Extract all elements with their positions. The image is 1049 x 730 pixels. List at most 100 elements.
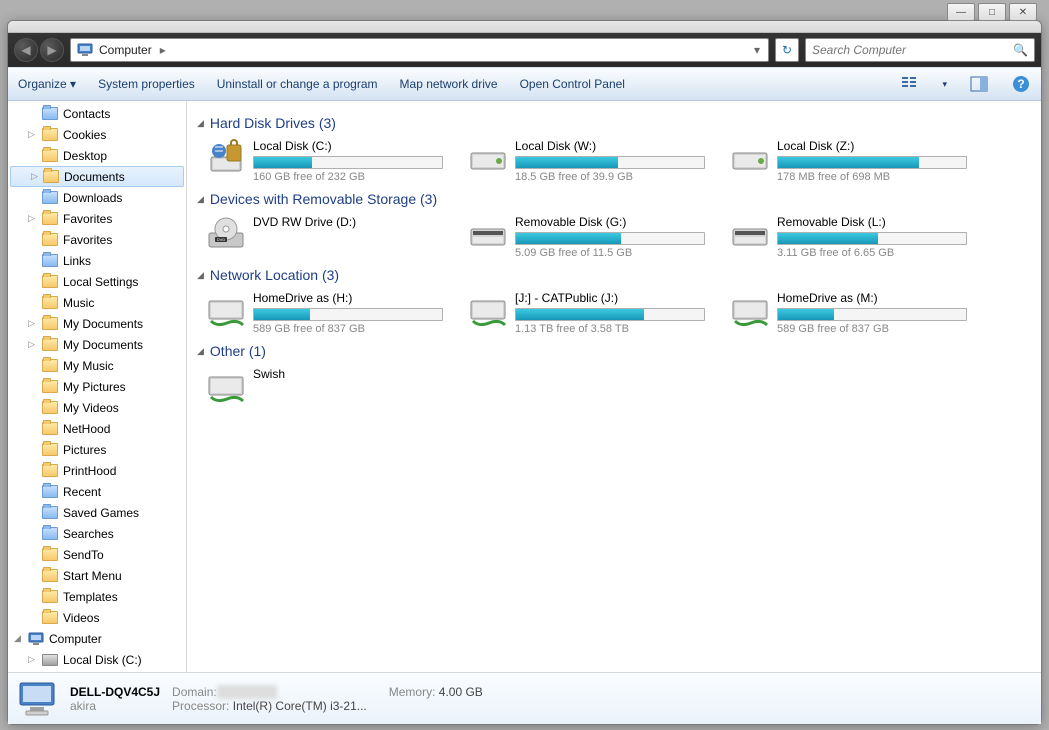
drive-item[interactable]: [J:] - CATPublic (J:)1.13 TB free of 3.5… (469, 291, 719, 335)
tree-item-links[interactable]: Links (8, 250, 186, 271)
nav-tree[interactable]: Contacts▷CookiesDesktop▷DocumentsDownloa… (8, 101, 187, 672)
tree-item-music[interactable]: Music (8, 292, 186, 313)
drive-label: Local Disk (Z:) (777, 139, 981, 153)
drive-freespace: 160 GB free of 232 GB (253, 171, 457, 183)
folder-icon (42, 212, 58, 225)
tree-item-nethood[interactable]: NetHood (8, 418, 186, 439)
tree-item-pictures[interactable]: Pictures (8, 439, 186, 460)
collapse-icon[interactable]: ◢ (197, 118, 204, 129)
control-panel-button[interactable]: Open Control Panel (520, 77, 625, 91)
minimize-button[interactable]: — (947, 3, 975, 21)
uninstall-button[interactable]: Uninstall or change a program (217, 77, 378, 91)
forward-button[interactable]: ▶ (40, 38, 64, 62)
tree-item-printhood[interactable]: PrintHood (8, 460, 186, 481)
titlebar[interactable] (8, 21, 1041, 33)
expand-arrow-icon[interactable]: ▷ (31, 171, 38, 182)
search-box[interactable]: 🔍 (805, 38, 1035, 62)
expand-arrow-icon[interactable]: ◢ (14, 633, 21, 644)
tree-item-start-menu[interactable]: Start Menu (8, 565, 186, 586)
drive-item[interactable]: HomeDrive as (M:)589 GB free of 837 GB (731, 291, 981, 335)
tree-item-my-documents[interactable]: ▷My Documents (8, 334, 186, 355)
collapse-icon[interactable]: ◢ (197, 194, 204, 205)
tree-item-label: Favorites (63, 233, 112, 247)
drive-item[interactable]: Removable Disk (L:)3.11 GB free of 6.65 … (731, 215, 981, 259)
tree-item-my-documents[interactable]: ▷My Documents (8, 313, 186, 334)
tree-item-my-music[interactable]: My Music (8, 355, 186, 376)
back-button[interactable]: ◀ (14, 38, 38, 62)
breadcrumb[interactable]: Computer (99, 43, 152, 57)
tree-item-local-disk-c[interactable]: ▷ Local Disk (C:) (8, 649, 186, 670)
close-button[interactable]: ✕ (1009, 3, 1037, 21)
search-icon[interactable]: 🔍 (1013, 43, 1028, 57)
organize-menu[interactable]: Organize ▾ (18, 77, 76, 91)
tree-item-favorites[interactable]: ▷Favorites (8, 208, 186, 229)
folder-icon (42, 380, 58, 393)
drive-label: Local Disk (C:) (253, 139, 457, 153)
address-dropdown[interactable]: ▾ (752, 43, 762, 57)
section-header[interactable]: ◢Hard Disk Drives (3) (197, 115, 1031, 131)
tree-item-templates[interactable]: Templates (8, 586, 186, 607)
tree-item-computer[interactable]: ◢ Computer (8, 628, 186, 649)
expand-arrow-icon[interactable]: ▷ (28, 654, 35, 665)
details-pane: DELL-DQV4C5J akira Domain: Processor: In… (8, 672, 1041, 724)
section-header[interactable]: ◢Network Location (3) (197, 267, 1031, 283)
view-options-button[interactable] (900, 74, 920, 94)
tree-item-documents[interactable]: ▷Documents (10, 166, 184, 187)
view-dropdown[interactable]: ▾ (942, 79, 947, 90)
tree-item-local-settings[interactable]: Local Settings (8, 271, 186, 292)
tree-item-cookies[interactable]: ▷Cookies (8, 124, 186, 145)
tree-item-downloads[interactable]: Downloads (8, 187, 186, 208)
folder-icon (42, 149, 58, 162)
expand-arrow-icon[interactable]: ▷ (28, 129, 35, 140)
expand-arrow-icon[interactable]: ▷ (28, 213, 35, 224)
tree-item-sendto[interactable]: SendTo (8, 544, 186, 565)
tree-item-label: Computer (49, 632, 102, 646)
collapse-icon[interactable]: ◢ (197, 346, 204, 357)
drive-item[interactable]: Local Disk (C:) 160 GB free of 232 GB (207, 139, 457, 183)
drive-item[interactable]: Removable Disk (G:)5.09 GB free of 11.5 … (469, 215, 719, 259)
drive-item[interactable]: DVDDVD RW Drive (D:) (207, 215, 457, 259)
expand-arrow-icon[interactable]: ▷ (28, 339, 35, 350)
map-drive-button[interactable]: Map network drive (400, 77, 498, 91)
drive-item[interactable]: Local Disk (W:)18.5 GB free of 39.9 GB (469, 139, 719, 183)
section-header[interactable]: ◢Other (1) (197, 343, 1031, 359)
tree-item-my-pictures[interactable]: My Pictures (8, 376, 186, 397)
expand-arrow-icon[interactable]: ▷ (28, 318, 35, 329)
folder-icon (42, 233, 58, 246)
drive-icon (469, 215, 507, 253)
tree-item-label: Saved Games (63, 506, 139, 520)
address-bar[interactable]: Computer ▸ ▾ (70, 38, 769, 62)
folder-icon (42, 548, 58, 561)
drive-icon: DVD (207, 215, 245, 253)
drive-freespace: 178 MB free of 698 MB (777, 171, 981, 183)
collapse-icon[interactable]: ◢ (197, 270, 204, 281)
tree-item-label: Start Menu (63, 569, 122, 583)
tree-item-label: Local Disk (C:) (63, 653, 142, 667)
section-header[interactable]: ◢ Devices with Removable Storage (3) (197, 191, 1031, 207)
drive-item[interactable]: Local Disk (Z:) 178 MB free of 698 MB (731, 139, 981, 183)
toolbar: Organize ▾ System properties Uninstall o… (8, 67, 1041, 101)
drive-item[interactable]: HomeDrive as (H:)589 GB free of 837 GB (207, 291, 457, 335)
tree-item-videos[interactable]: Videos (8, 607, 186, 628)
chevron-right-icon[interactable]: ▸ (158, 43, 168, 57)
refresh-button[interactable]: ↻ (775, 38, 799, 62)
help-button[interactable]: ? (1011, 74, 1031, 94)
drive-label: HomeDrive as (M:) (777, 291, 981, 305)
search-input[interactable] (812, 43, 1013, 57)
content-pane[interactable]: ◢Hard Disk Drives (3) Local Disk (C:) 160 … (187, 101, 1041, 672)
drive-icon (731, 139, 769, 177)
tree-item-my-videos[interactable]: My Videos (8, 397, 186, 418)
drive-item[interactable]: Swish (207, 367, 457, 405)
tree-item-contacts[interactable]: Contacts (8, 103, 186, 124)
tree-item-recent[interactable]: Recent (8, 481, 186, 502)
preview-pane-button[interactable] (969, 74, 989, 94)
tree-item-searches[interactable]: Searches (8, 523, 186, 544)
tree-item-saved-games[interactable]: Saved Games (8, 502, 186, 523)
system-properties-button[interactable]: System properties (98, 77, 195, 91)
scrollbar-thumb[interactable] (186, 251, 187, 311)
folder-icon (42, 590, 58, 603)
section-title: Devices with Removable Storage (3) (210, 191, 437, 207)
tree-item-favorites[interactable]: Favorites (8, 229, 186, 250)
tree-item-desktop[interactable]: Desktop (8, 145, 186, 166)
maximize-button[interactable]: □ (978, 3, 1006, 21)
